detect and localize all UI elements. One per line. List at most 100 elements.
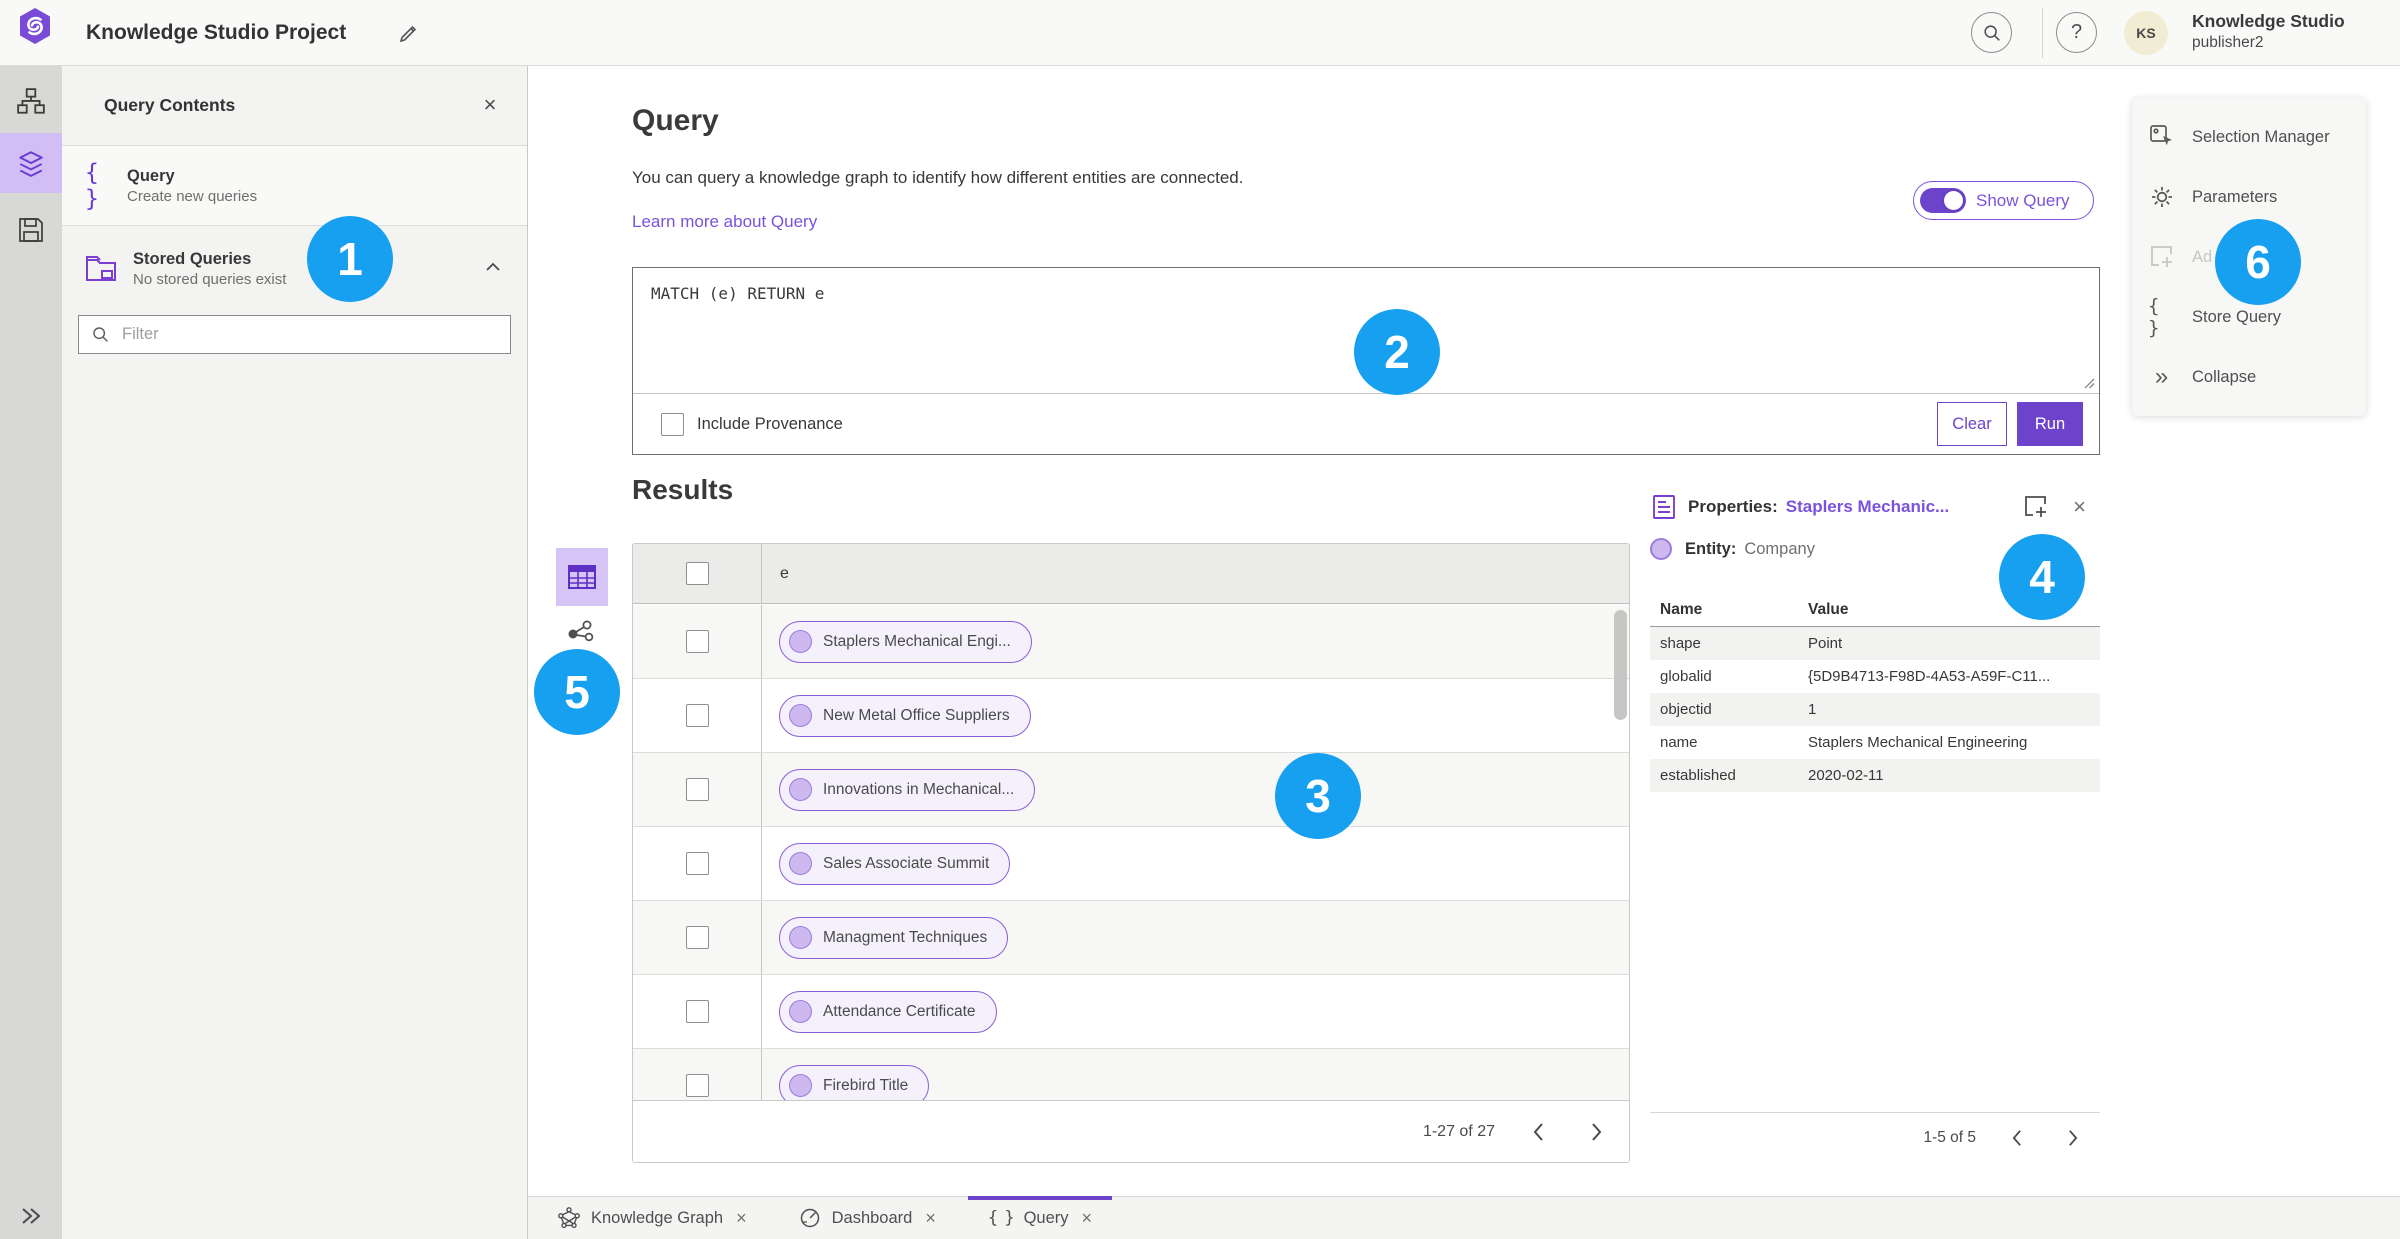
properties-prev-page-button[interactable] [2002, 1123, 2032, 1153]
property-name: established [1660, 767, 1736, 784]
chevron-left-icon [2012, 1129, 2021, 1146]
results-prev-page-button[interactable] [1523, 1117, 1553, 1147]
tab-dashboard[interactable]: Dashboard × [775, 1197, 960, 1239]
results-pagination-text: 1-27 of 27 [1422, 1122, 1495, 1140]
property-row[interactable]: shape Point [1650, 627, 2100, 660]
row-checkbox[interactable] [685, 704, 709, 727]
column-header-name[interactable]: Name [1650, 601, 1808, 619]
chevron-right-icon [2069, 1129, 2078, 1146]
avatar[interactable]: KS [2124, 11, 2168, 55]
data-model-rail-button[interactable] [0, 76, 62, 128]
row-checkbox[interactable] [685, 852, 709, 875]
property-row[interactable]: globalid {5D9B4713-F98D-4A53-A59F-C11... [1650, 660, 2100, 693]
entity-dot-icon [789, 1000, 812, 1023]
braces-icon: { } [2148, 295, 2159, 339]
braces-icon: { } [987, 1208, 1015, 1228]
view-tab-bar: Knowledge Graph × Dashboard × { } Query … [528, 1196, 2400, 1239]
show-query-toggle[interactable]: Show Query [1913, 181, 2094, 220]
dashboard-icon [799, 1207, 821, 1229]
entity-pill-label: Attendance Certificate [823, 1002, 976, 1020]
tab-label: Knowledge Graph [591, 1208, 724, 1227]
entity-pill[interactable]: New Metal Office Suppliers [779, 694, 1031, 737]
filter-input[interactable] [122, 325, 462, 344]
contents-panel-title: Query Contents [104, 95, 236, 115]
action-label: Selection Manager [2192, 127, 2330, 146]
run-button[interactable]: Run [2017, 402, 2083, 446]
collapse-panel-button[interactable]: » Collapse [2132, 347, 2366, 407]
entity-pill[interactable]: Staplers Mechanical Engi... [779, 620, 1032, 663]
entity-pill[interactable]: Managment Techniques [779, 916, 1009, 959]
annotation-circle-6: 6 [2215, 219, 2301, 305]
close-tab-icon[interactable]: × [1082, 1208, 1093, 1229]
link-chart-view-toggle[interactable] [562, 614, 600, 652]
entity-pill[interactable]: Attendance Certificate [779, 990, 997, 1033]
user-info[interactable]: Knowledge Studio publisher2 [2192, 11, 2345, 52]
row-checkbox[interactable] [685, 1000, 709, 1023]
property-name: shape [1660, 635, 1701, 652]
close-tab-icon[interactable]: × [736, 1208, 747, 1229]
scrollbar-thumb[interactable] [1614, 610, 1627, 720]
search-button[interactable] [1971, 12, 2012, 53]
action-label: Store Query [2192, 307, 2281, 326]
row-checkbox[interactable] [685, 1074, 709, 1097]
row-checkbox[interactable] [685, 926, 709, 949]
include-provenance-checkbox[interactable] [661, 412, 684, 436]
property-name: globalid [1660, 668, 1712, 685]
row-checkbox[interactable] [685, 630, 709, 653]
edit-title-pencil-icon[interactable] [392, 16, 426, 50]
contents-panel-header: Query Contents × [62, 66, 527, 145]
tab-query-active[interactable]: { } Query × [964, 1196, 1116, 1239]
layers-rail-button[interactable] [0, 133, 62, 193]
property-row[interactable]: name Staplers Mechanical Engineering [1650, 726, 2100, 759]
property-value: Point [1808, 635, 1843, 652]
stored-queries-header[interactable]: Stored Queries No stored queries exist [62, 250, 527, 288]
properties-header: Properties: Staplers Mechanic... × [1650, 490, 2100, 524]
add-to-new-window-button[interactable] [2023, 494, 2049, 520]
query-item-label: Query [127, 166, 175, 185]
table-row: Sales Associate Summit [633, 827, 1629, 901]
properties-pagination-text: 1-5 of 5 [1923, 1128, 1976, 1146]
property-row[interactable]: established 2020-02-11 [1650, 759, 2100, 792]
user-role: publisher2 [2192, 33, 2264, 51]
table-view-toggle[interactable] [556, 548, 608, 606]
selection-manager-icon [2148, 124, 2175, 150]
stored-queries-label: Stored Queries [133, 250, 252, 268]
double-chevron-right-icon [22, 1208, 41, 1224]
entity-dot-icon [789, 1074, 812, 1097]
properties-next-page-button[interactable] [2058, 1123, 2088, 1153]
query-code-text[interactable]: MATCH (e) RETURN e [633, 268, 2099, 319]
help-button[interactable]: ? [2056, 12, 2097, 53]
results-next-page-button[interactable] [1581, 1117, 1611, 1147]
stored-queries-filter [78, 315, 511, 354]
close-properties-button[interactable]: × [2073, 494, 2086, 520]
search-icon [1983, 24, 2000, 41]
contents-item-query[interactable]: { } Query Create new queries [62, 146, 527, 225]
expand-rail-button[interactable] [0, 1205, 62, 1227]
link-chart-icon [568, 620, 594, 642]
results-scrollbar[interactable] [1614, 605, 1627, 1100]
resize-handle-icon[interactable] [2083, 377, 2095, 389]
learn-more-link[interactable]: Learn more about Query [632, 212, 817, 232]
close-contents-panel-button[interactable]: × [477, 92, 503, 118]
parameters-button[interactable]: Parameters [2132, 167, 2366, 227]
double-chevron-right-icon: » [2154, 363, 2169, 390]
toggle-track[interactable] [1920, 188, 1966, 213]
properties-entity-link[interactable]: Staplers Mechanic... [1786, 497, 1949, 517]
entity-pill[interactable]: Firebird Title [779, 1064, 930, 1100]
entity-pill[interactable]: Sales Associate Summit [779, 842, 1011, 885]
column-header-e[interactable]: e [762, 544, 1629, 603]
clear-button[interactable]: Clear [1937, 402, 2007, 446]
tab-knowledge-graph[interactable]: Knowledge Graph × [534, 1197, 771, 1239]
select-all-checkbox[interactable] [685, 562, 709, 585]
close-tab-icon[interactable]: × [925, 1208, 936, 1229]
property-name: objectid [1660, 701, 1712, 718]
entity-dot-icon [789, 852, 812, 875]
selection-manager-button[interactable]: Selection Manager [2132, 107, 2366, 167]
properties-icon [1652, 494, 1676, 520]
row-checkbox[interactable] [685, 778, 709, 801]
properties-pagination: 1-5 of 5 [1650, 1112, 2100, 1162]
collapse-section-button[interactable] [485, 262, 501, 272]
entity-pill[interactable]: Innovations in Mechanical... [779, 768, 1036, 811]
save-rail-button[interactable] [0, 204, 62, 256]
property-row[interactable]: objectid 1 [1650, 693, 2100, 726]
